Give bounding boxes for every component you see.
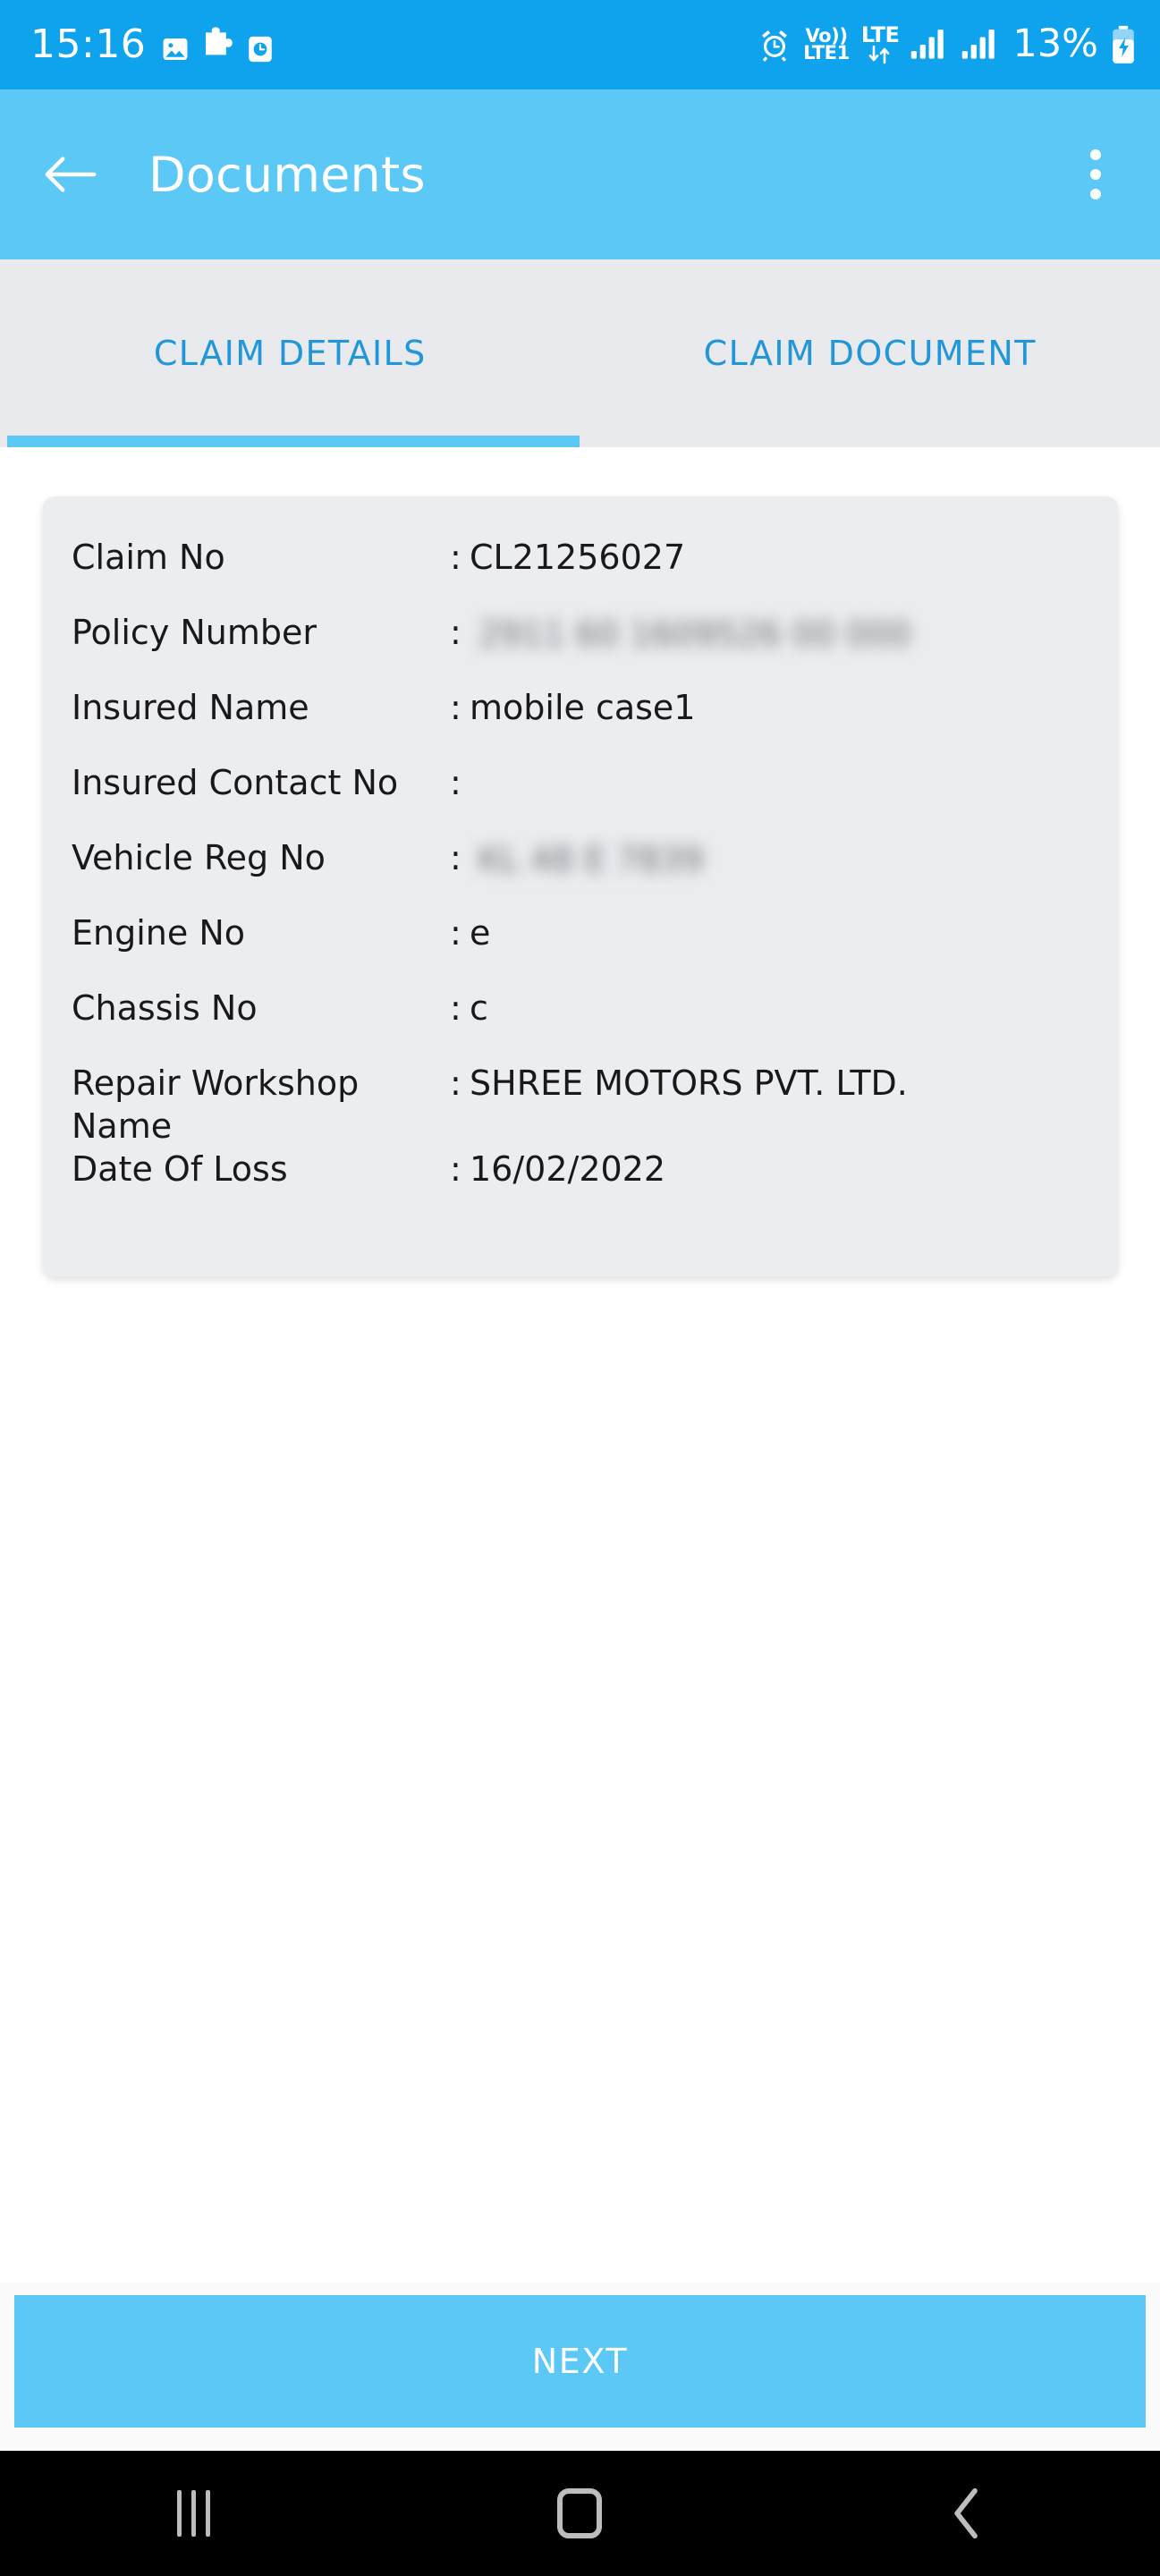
detail-label: Vehicle Reg No: [72, 838, 326, 877]
home-icon: [557, 2488, 603, 2538]
footer-area: NEXT: [0, 2283, 1160, 2451]
detail-label: Insured Contact No: [72, 763, 399, 802]
detail-label: Repair Workshop Name: [72, 1063, 360, 1146]
claim-details-content: Claim No : CL21256027 Policy Number : 29…: [0, 447, 1160, 2283]
tab-active-indicator: [7, 436, 580, 447]
detail-separator: :: [450, 613, 461, 652]
android-nav-bar: [0, 2451, 1160, 2576]
nav-recents-button[interactable]: [0, 2451, 386, 2576]
back-arrow-icon: [45, 157, 97, 192]
alarm-icon: [762, 30, 788, 62]
detail-label: Engine No: [72, 913, 245, 953]
detail-value: 16/02/2022: [470, 1149, 666, 1189]
nav-home-button[interactable]: [386, 2451, 773, 2576]
tab-claim-document-label: CLAIM DOCUMENT: [703, 334, 1037, 373]
detail-row-insured-contact-no: Insured Contact No :: [43, 761, 1118, 836]
overflow-menu-icon-dot: [1090, 149, 1101, 160]
data-transfer-arrows-icon: [868, 46, 890, 64]
tab-bar: CLAIM DETAILS CLAIM DOCUMENT: [0, 259, 1160, 447]
clock-icon: [249, 36, 273, 63]
app-bar: Documents: [0, 89, 1160, 259]
detail-row-vehicle-reg-no: Vehicle Reg No : KL 48 E 7839: [43, 836, 1118, 911]
status-bar-right: Vo)) LTE1 LTE 13%: [758, 21, 1137, 67]
next-button[interactable]: NEXT: [14, 2295, 1146, 2428]
detail-label: Chassis No: [72, 988, 258, 1028]
detail-separator: :: [450, 538, 461, 577]
volte-label-bottom: LTE1: [803, 41, 850, 64]
tab-claim-details-label: CLAIM DETAILS: [153, 334, 427, 373]
detail-row-repair-workshop-name: Repair Workshop Name : SHREE MOTORS PVT.…: [43, 1062, 1118, 1148]
detail-separator: :: [450, 763, 461, 802]
overflow-menu-icon-dot: [1090, 189, 1101, 199]
detail-label: Date Of Loss: [72, 1149, 288, 1189]
detail-value: CL21256027: [470, 538, 686, 577]
status-bar-left: 15:16: [30, 25, 275, 64]
back-button[interactable]: [29, 133, 111, 216]
detail-row-claim-no: Claim No : CL21256027: [43, 536, 1118, 611]
detail-separator: :: [450, 1063, 461, 1103]
detail-separator: :: [450, 838, 461, 877]
detail-row-policy-number: Policy Number : 2911 60 1609526 00 000: [43, 611, 1118, 686]
puzzle-icon: [206, 27, 233, 55]
overflow-menu-button[interactable]: [1058, 133, 1133, 216]
detail-separator: :: [450, 913, 461, 953]
detail-row-date-of-loss: Date Of Loss : 16/02/2022: [43, 1148, 1118, 1223]
detail-separator: :: [450, 1149, 461, 1189]
nav-back-icon: [954, 2487, 978, 2539]
redacted-value: KL 48 E 7839: [470, 836, 713, 883]
lte-label: LTE: [860, 21, 900, 47]
lte-indicator: LTE: [860, 21, 900, 65]
volte-indicator: Vo)) LTE1: [803, 26, 850, 64]
tab-claim-document[interactable]: CLAIM DOCUMENT: [580, 259, 1160, 447]
detail-label: Policy Number: [72, 613, 318, 652]
detail-value: mobile case1: [470, 688, 696, 727]
tab-claim-details[interactable]: CLAIM DETAILS: [0, 259, 580, 447]
detail-value: KL 48 E 7839: [470, 836, 1118, 883]
signal-bars-sim2-icon: [962, 29, 995, 59]
overflow-menu-icon-dot: [1090, 169, 1101, 180]
status-bar: 15:16 Vo)) LTE1 LTE 13%: [0, 0, 1160, 89]
detail-value: 2911 60 1609526 00 000: [470, 611, 1118, 657]
detail-label: Claim No: [72, 538, 225, 577]
detail-value: e: [470, 913, 491, 953]
page-title: Documents: [148, 146, 426, 203]
detail-separator: :: [450, 988, 461, 1028]
nav-back-button[interactable]: [774, 2451, 1160, 2576]
redacted-value: 2911 60 1609526 00 000: [470, 611, 920, 657]
status-bar-notification-icons: [160, 25, 275, 64]
detail-separator: :: [450, 688, 461, 727]
image-icon: [163, 38, 188, 61]
signal-bars-sim1-icon: [911, 29, 944, 59]
detail-value: c: [470, 988, 488, 1028]
detail-label: Insured Name: [72, 688, 309, 727]
recents-icon: [176, 2490, 210, 2537]
detail-row-chassis-no: Chassis No : c: [43, 987, 1118, 1062]
claim-details-card: Claim No : CL21256027 Policy Number : 29…: [43, 496, 1118, 1276]
battery-charging-icon: [1113, 25, 1134, 64]
detail-row-insured-name: Insured Name : mobile case1: [43, 686, 1118, 761]
battery-percent-label: 13%: [1012, 21, 1098, 67]
detail-value: SHREE MOTORS PVT. LTD.: [470, 1063, 908, 1103]
detail-row-engine-no: Engine No : e: [43, 911, 1118, 987]
phone-screen: 15:16 Vo)) LTE1 LTE 13% Documents CLAIM …: [0, 0, 1160, 2576]
status-bar-clock: 15:16: [30, 21, 147, 67]
